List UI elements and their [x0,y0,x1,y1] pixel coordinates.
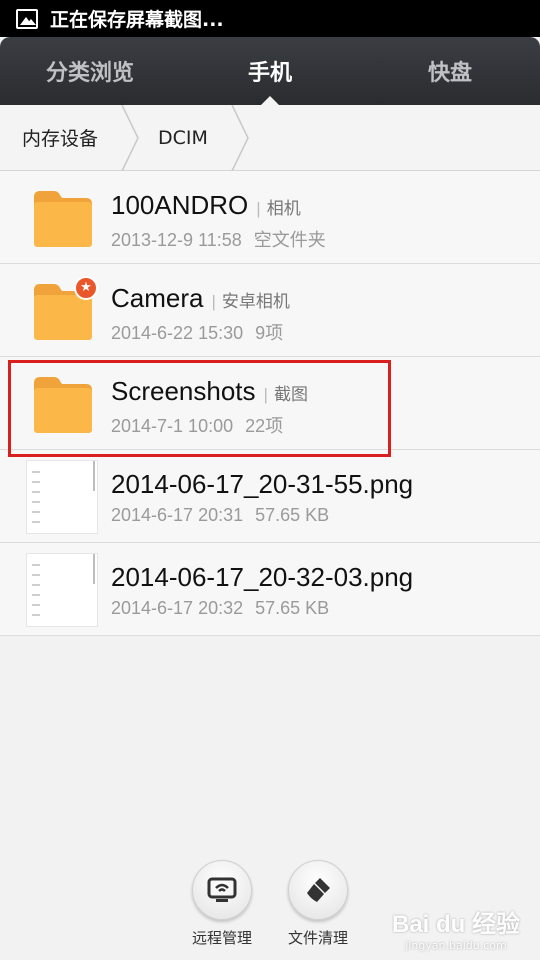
tool-label: 文件清理 [287,929,348,947]
tab-label: 手机 [247,61,292,86]
folder-icon [34,191,92,247]
list-item-100andro[interactable]: 100ANDRO | 相机 2013-12-9 11:58 空文件夹 [0,171,540,264]
tab-phone[interactable]: 手机 [180,37,360,105]
file-date: 2014-7-1 10:00 [111,416,234,436]
file-cleanup-button[interactable]: 文件清理 [273,860,363,948]
list-item-png-2[interactable]: 2014-06-17_20-32-03.png 2014-6-17 20:32 5… [0,543,540,636]
breadcrumb: 内存设备 DCIM [0,104,540,171]
file-name: 2014-06-17_20-32-03.png [111,562,414,592]
remote-management-button[interactable]: 远程管理 [177,860,267,948]
image-thumbnail [26,460,98,534]
file-name: 100ANDRO [111,190,249,220]
breadcrumb-label: 内存设备 [22,128,99,150]
tab-label: 快盘 [427,61,472,86]
baidu-watermark: Bai du 经验 jingyan.baidu.com [392,904,520,952]
file-date: 2013-12-9 11:58 [111,230,242,250]
remote-wifi-icon [192,860,252,920]
file-size: 57.65 KB [255,505,330,525]
status-bar: 正在保存屏幕截图... [0,0,540,37]
file-date: 2014-6-22 15:30 [111,323,244,343]
list-item-camera[interactable]: ★ Camera | 安卓相机 2014-6-22 15:30 9项 [0,264,540,357]
file-name: 2014-06-17_20-31-55.png [111,469,414,499]
file-info: 9项 [255,323,284,343]
file-tag: 安卓相机 [221,292,290,311]
breadcrumb-separator-icon [120,104,140,171]
folder-icon [34,377,92,433]
file-size: 57.65 KB [255,598,330,618]
breadcrumb-internal-storage[interactable]: 内存设备 [0,105,120,171]
image-notification-icon [16,8,38,29]
tab-category-browse[interactable]: 分类浏览 [0,37,180,105]
file-name: Camera [111,283,204,313]
bottom-toolbar: 远程管理 文件清理 Bai du 经验 jingyan.baidu.com [0,850,540,960]
watermark-text: Bai du 经验 [391,911,520,938]
file-name: Screenshots [111,376,256,406]
breadcrumb-separator-icon [230,104,250,171]
breadcrumb-dcim[interactable]: DCIM [140,105,230,171]
file-info: 22项 [245,416,284,436]
watermark-url: jingyan.baidu.com [405,939,507,952]
file-list: 100ANDRO | 相机 2013-12-9 11:58 空文件夹 ★ Camera… [0,171,540,636]
file-tag: 相机 [266,199,301,218]
list-item-png-1[interactable]: 2014-06-17_20-31-55.png 2014-6-17 20:31 5… [0,450,540,543]
list-item-screenshots[interactable]: Screenshots | 截图 2014-7-1 10:00 22项 [0,357,540,450]
image-thumbnail [26,553,98,627]
folder-icon: ★ [30,276,98,342]
file-tag: 截图 [273,385,308,404]
star-badge-icon: ★ [74,276,98,300]
tab-label: 分类浏览 [45,61,134,86]
status-text: 正在保存屏幕截图... [50,9,224,31]
tool-label: 远程管理 [191,929,252,947]
file-date: 2014-6-17 20:32 [111,598,244,618]
breadcrumb-label: DCIM [158,126,208,149]
tab-kuaipan[interactable]: 快盘 [360,37,540,105]
broom-icon [288,860,348,920]
file-date: 2014-6-17 20:31 [111,505,244,525]
file-info: 空文件夹 [253,230,326,250]
tab-bar: 分类浏览 手机 快盘 [0,37,540,105]
